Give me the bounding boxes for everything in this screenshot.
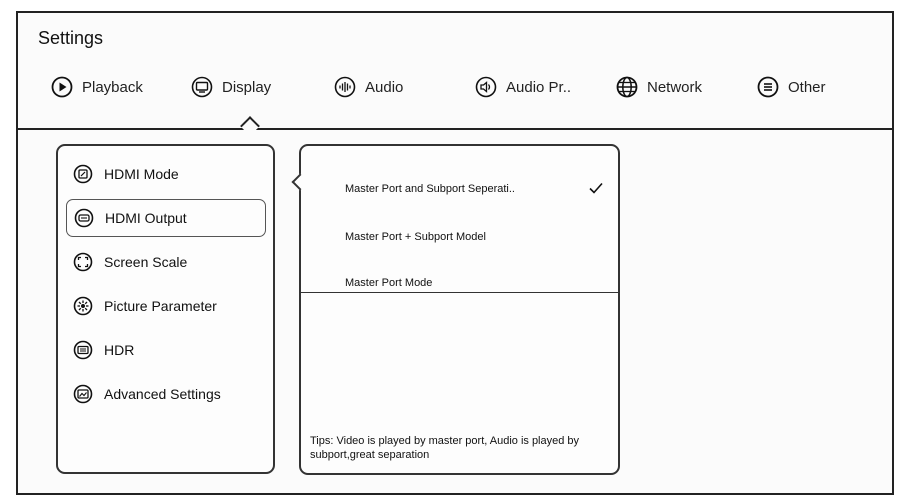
menu-item-advanced-settings[interactable]: Advanced Settings — [66, 375, 266, 413]
play-circle-icon — [51, 76, 73, 98]
menu-item-label: HDR — [104, 342, 135, 358]
menu-item-hdmi-output[interactable]: HDMI Output — [66, 199, 266, 237]
tab-label: Audio Pr.. — [506, 78, 572, 96]
tab-network[interactable]: Network — [616, 71, 702, 103]
page-title: Settings — [38, 28, 104, 48]
menu-item-screen-scale[interactable]: Screen Scale — [66, 243, 266, 281]
display-menu: HDMI Mode HDMI Output Screen Scale Pictu… — [56, 144, 275, 474]
active-tab-indicator — [240, 116, 260, 136]
tab-audio-preferences[interactable]: Audio Pr.. — [475, 71, 571, 103]
hdmi-output-options-panel: Master Port and Subport Seperati.. Maste… — [291, 144, 620, 475]
option-master-subport-separation[interactable]: Master Port and Subport Seperati.. — [345, 175, 605, 203]
tab-playback[interactable]: Playback — [51, 71, 143, 103]
tab-label: Network — [647, 78, 703, 96]
hdr-icon — [72, 339, 94, 361]
option-label: Master Port + Subport Model — [345, 231, 486, 243]
tab-bar: Playback Display Audio Audio Pr.. Networ… — [38, 71, 878, 105]
menu-item-label: Advanced Settings — [104, 386, 221, 402]
option-label: Master Port Mode — [345, 277, 433, 289]
hdmi-output-icon — [73, 207, 95, 229]
tab-other[interactable]: Other — [757, 71, 826, 103]
globe-icon — [616, 76, 638, 98]
tab-label: Other — [788, 78, 826, 96]
tab-label: Display — [222, 78, 272, 96]
menu-item-hdr[interactable]: HDR — [66, 331, 266, 369]
settings-window: Settings Playback Display Audio Audio Pr… — [16, 11, 894, 495]
screen-scale-icon — [72, 251, 94, 273]
menu-item-label: HDMI Mode — [104, 166, 179, 182]
options-divider — [301, 292, 618, 293]
menu-item-label: Picture Parameter — [104, 298, 217, 314]
picture-parameter-icon — [72, 295, 94, 317]
advanced-settings-icon — [72, 383, 94, 405]
hdmi-mode-icon — [72, 163, 94, 185]
menu-item-label: Screen Scale — [104, 254, 188, 270]
panel-pointer — [291, 173, 309, 191]
tab-display[interactable]: Display — [191, 71, 271, 103]
checkmark-icon — [589, 182, 603, 194]
audio-icon — [334, 76, 356, 98]
tab-label: Audio — [365, 78, 404, 96]
speaker-icon — [475, 76, 497, 98]
tab-audio[interactable]: Audio — [334, 71, 403, 103]
menu-circle-icon — [757, 76, 779, 98]
option-master-plus-subport-model[interactable]: Master Port + Subport Model — [345, 223, 605, 251]
menu-item-picture-parameter[interactable]: Picture Parameter — [66, 287, 266, 325]
menu-item-label: HDMI Output — [105, 210, 187, 226]
tab-label: Playback — [82, 78, 143, 96]
display-icon — [191, 76, 213, 98]
menu-item-hdmi-mode[interactable]: HDMI Mode — [66, 155, 266, 193]
tips-text: Tips: Video is played by master port, Au… — [310, 435, 580, 461]
tab-divider — [18, 128, 892, 130]
option-label: Master Port and Subport Seperati.. — [345, 183, 515, 195]
